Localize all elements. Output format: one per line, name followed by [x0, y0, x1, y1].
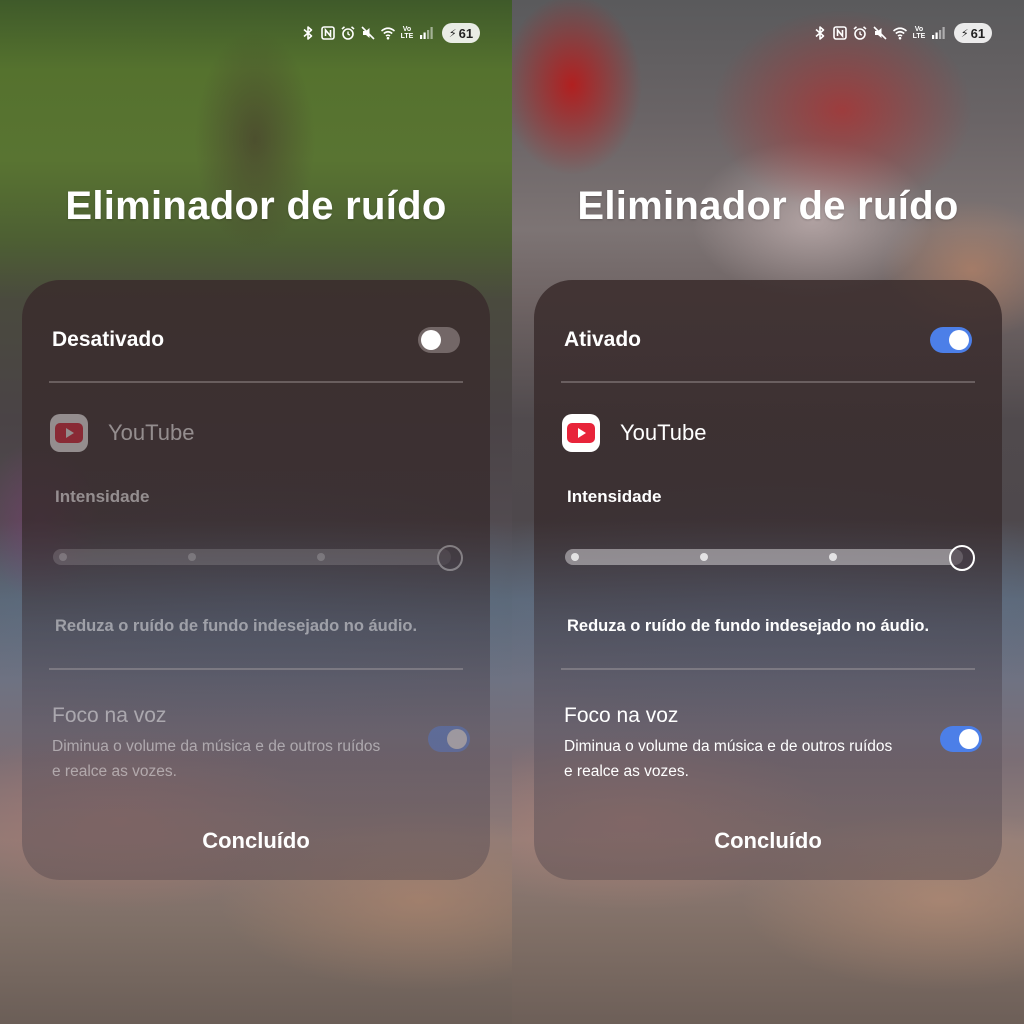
voice-focus-switch[interactable]	[428, 726, 470, 752]
bluetooth-icon	[812, 24, 828, 42]
battery-indicator: ⚡ 61	[954, 23, 992, 43]
alarm-icon	[340, 24, 356, 42]
toggle-label: Ativado	[564, 328, 642, 351]
mute-icon	[360, 24, 376, 42]
screen-noise-cancel-on: Vo LTE ⚡ 61 Eliminador de ruído Ativado …	[512, 0, 1024, 1024]
charging-icon: ⚡	[448, 27, 457, 40]
divider	[49, 668, 463, 670]
charging-icon: ⚡	[960, 27, 969, 40]
status-bar: Vo LTE ⚡ 61	[812, 22, 992, 44]
network-type-label: Vo LTE	[400, 26, 414, 40]
battery-level: 61	[458, 25, 474, 41]
intensity-label: Intensidade	[567, 487, 662, 506]
network-type-label: Vo LTE	[912, 26, 926, 40]
divider	[49, 381, 463, 383]
slider-tick	[700, 553, 708, 561]
slider-track	[53, 549, 451, 565]
app-row: YouTube	[50, 413, 194, 453]
divider	[561, 668, 975, 670]
noise-cancel-switch[interactable]	[418, 327, 460, 353]
page-title: Eliminador de ruído	[577, 184, 959, 228]
done-button[interactable]: Concluído	[534, 828, 1002, 854]
description-text: Reduza o ruído de fundo indesejado no áu…	[55, 617, 418, 635]
signal-icon	[930, 24, 946, 42]
intensity-slider[interactable]	[565, 545, 975, 571]
noise-cancel-toggle-row[interactable]: Desativado	[52, 320, 460, 360]
app-row: YouTube	[562, 413, 706, 453]
youtube-icon	[50, 414, 88, 452]
voice-focus-description: Diminua o volume da música e de outros r…	[564, 738, 893, 780]
noise-cancel-panel: Ativado YouTube Intensidade Reduza o ruí…	[534, 280, 1002, 880]
slider-thumb[interactable]	[949, 545, 975, 571]
nfc-icon	[832, 24, 848, 42]
intensity-label: Intensidade	[55, 487, 150, 506]
description-text: Reduza o ruído de fundo indesejado no áu…	[567, 617, 930, 635]
bluetooth-icon	[300, 24, 316, 42]
slider-tick	[59, 553, 67, 561]
wifi-icon	[892, 24, 908, 42]
wifi-icon	[380, 24, 396, 42]
slider-track	[565, 549, 963, 565]
voice-focus-switch[interactable]	[940, 726, 982, 752]
battery-level: 61	[970, 25, 986, 41]
slider-tick	[317, 553, 325, 561]
screen-noise-cancel-off: Vo LTE ⚡ 61 Eliminador de ruído Desativa…	[0, 0, 512, 1024]
voice-focus-description: Diminua o volume da música e de outros r…	[52, 738, 381, 780]
app-name: YouTube	[620, 420, 707, 445]
alarm-icon	[852, 24, 868, 42]
slider-tick	[571, 553, 579, 561]
done-button[interactable]: Concluído	[22, 828, 490, 854]
page-title: Eliminador de ruído	[65, 184, 447, 228]
battery-indicator: ⚡ 61	[442, 23, 480, 43]
voice-focus-title: Foco na voz	[52, 704, 167, 727]
app-name: YouTube	[108, 420, 195, 445]
signal-icon	[418, 24, 434, 42]
slider-thumb[interactable]	[437, 545, 463, 571]
status-bar: Vo LTE ⚡ 61	[300, 22, 480, 44]
youtube-icon	[562, 414, 600, 452]
slider-tick	[829, 553, 837, 561]
noise-cancel-toggle-row[interactable]: Ativado	[564, 320, 972, 360]
noise-cancel-switch[interactable]	[930, 327, 972, 353]
toggle-label: Desativado	[52, 328, 165, 351]
intensity-slider[interactable]	[53, 545, 463, 571]
nfc-icon	[320, 24, 336, 42]
mute-icon	[872, 24, 888, 42]
voice-focus-title: Foco na voz	[564, 704, 679, 727]
divider	[561, 381, 975, 383]
slider-tick	[188, 553, 196, 561]
noise-cancel-panel: Desativado YouTube Intensidade Reduza o …	[22, 280, 490, 880]
